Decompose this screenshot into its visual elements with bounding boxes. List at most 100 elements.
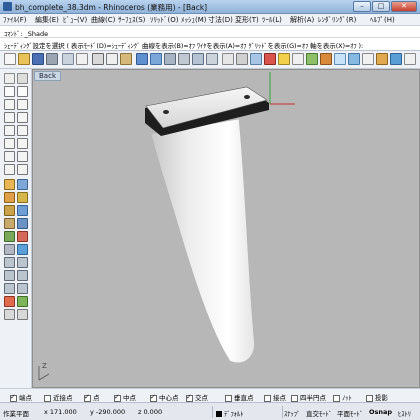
- menu-view[interactable]: ﾋﾞｭｰ(V): [63, 15, 87, 25]
- checkbox-icon[interactable]: [114, 393, 121, 402]
- rectangle-icon[interactable]: [4, 125, 15, 136]
- cut-icon[interactable]: [92, 53, 104, 65]
- osnap-knot[interactable]: ﾉｯﾄ: [333, 392, 352, 402]
- osnap-mid[interactable]: 中点: [114, 392, 136, 402]
- history-toggle[interactable]: ﾋｽﾄﾘ: [398, 408, 411, 418]
- loft-icon[interactable]: [4, 192, 15, 203]
- text-icon[interactable]: [17, 138, 28, 149]
- sphere-icon[interactable]: [4, 218, 15, 229]
- osnap-end[interactable]: 端点: [10, 392, 32, 402]
- minimize-button[interactable]: –: [353, 1, 371, 12]
- menu-transform[interactable]: 変形(T): [235, 15, 259, 25]
- menu-curve[interactable]: 曲線(C): [91, 15, 115, 25]
- pan-icon[interactable]: [150, 53, 162, 65]
- menu-dimension[interactable]: 寸法(D): [208, 15, 233, 25]
- extrude-icon[interactable]: [17, 179, 28, 190]
- command-prompt[interactable]: ｼｪｰﾃﾞｨﾝｸﾞ設定を選択 ( 表示ﾓｰﾄﾞ(D)=ｼｪｰﾃﾞｨﾝｸﾞ 曲線を…: [0, 38, 420, 51]
- osnap-intersection[interactable]: 交点: [186, 392, 208, 402]
- paste-icon[interactable]: [120, 53, 132, 65]
- offset-curve-icon[interactable]: [17, 151, 28, 162]
- osnap-near[interactable]: 近接点: [44, 392, 73, 402]
- menu-edit[interactable]: 編集(E): [35, 15, 59, 25]
- light-icon[interactable]: [376, 53, 388, 65]
- boolean-union-icon[interactable]: [4, 231, 15, 242]
- sweep-icon[interactable]: [4, 205, 15, 216]
- planar-toggle[interactable]: 平面ﾓｰﾄﾞ: [337, 408, 363, 418]
- osnap-toggle[interactable]: Osnap: [369, 408, 392, 416]
- polyline-icon[interactable]: [17, 86, 28, 97]
- rotate-view-icon[interactable]: [164, 53, 176, 65]
- hide-objects-icon[interactable]: [264, 53, 276, 65]
- osnap-perpendicular[interactable]: 垂直点: [225, 392, 254, 402]
- menu-render[interactable]: ﾚﾝﾀﾞﾘﾝｸﾞ(R): [318, 15, 356, 25]
- wireframe-icon[interactable]: [334, 53, 346, 65]
- menu-mesh[interactable]: ﾒｯｼｭ(M): [181, 15, 207, 25]
- new-file-icon[interactable]: [4, 53, 16, 65]
- mirror-icon[interactable]: [4, 283, 15, 294]
- cylinder-icon[interactable]: [17, 218, 28, 229]
- checkbox-icon[interactable]: [264, 394, 271, 402]
- menu-file[interactable]: ﾌｧｲﾙ(F): [3, 15, 27, 25]
- open-folder-icon[interactable]: [18, 53, 30, 65]
- print-icon[interactable]: [46, 53, 58, 65]
- select-arrow-icon[interactable]: [4, 73, 15, 84]
- osnap-project[interactable]: 投影: [366, 392, 388, 402]
- copy-object-icon[interactable]: [17, 257, 28, 268]
- help-icon[interactable]: [390, 53, 402, 65]
- point-icon[interactable]: [17, 73, 28, 84]
- zoom-extents-icon[interactable]: [192, 53, 204, 65]
- menu-solid[interactable]: ｿﾘｯﾄﾞ(O): [150, 15, 178, 25]
- close-button[interactable]: ✕: [391, 1, 417, 12]
- osnap-tangent[interactable]: 接点: [264, 392, 286, 402]
- fillet-curve-icon[interactable]: [4, 151, 15, 162]
- move-icon[interactable]: [4, 257, 15, 268]
- checkbox-icon[interactable]: [44, 394, 51, 402]
- lock-objects-icon[interactable]: [278, 53, 290, 65]
- import-icon[interactable]: [62, 53, 74, 65]
- join-icon[interactable]: [4, 296, 15, 307]
- cplane-icon[interactable]: [236, 53, 248, 65]
- group-icon[interactable]: [4, 309, 15, 320]
- osnap-center[interactable]: 中心点: [150, 392, 179, 402]
- menu-help[interactable]: ﾍﾙﾌﾟ(H): [370, 15, 395, 25]
- render-icon[interactable]: [320, 53, 332, 65]
- line-icon[interactable]: [4, 86, 15, 97]
- array-icon[interactable]: [17, 283, 28, 294]
- mesh-icon[interactable]: [4, 244, 15, 255]
- checkbox-icon[interactable]: [333, 394, 340, 402]
- menu-tools[interactable]: ﾂｰﾙ(L): [262, 15, 282, 25]
- undo-icon[interactable]: [136, 53, 148, 65]
- analyze-icon[interactable]: [17, 309, 28, 320]
- osnap-quadrant[interactable]: 四半円点: [291, 392, 326, 402]
- layer-selector[interactable]: ﾃﾞﾌｫﾙﾄ: [216, 408, 244, 418]
- ellipse-icon[interactable]: [17, 112, 28, 123]
- select-objects-icon[interactable]: [250, 53, 262, 65]
- box-icon[interactable]: [17, 205, 28, 216]
- shaded-icon[interactable]: [348, 53, 360, 65]
- zoom-window-icon[interactable]: [178, 53, 190, 65]
- arc-icon[interactable]: [4, 112, 15, 123]
- checkbox-icon[interactable]: [366, 394, 373, 402]
- save-icon[interactable]: [32, 53, 44, 65]
- four-views-icon[interactable]: [222, 53, 234, 65]
- checkbox-icon[interactable]: [225, 394, 232, 402]
- layer-icon[interactable]: [292, 53, 304, 65]
- checkbox-icon[interactable]: [10, 393, 17, 402]
- export-icon[interactable]: [76, 53, 88, 65]
- properties-icon[interactable]: [306, 53, 318, 65]
- rotate-icon[interactable]: [4, 270, 15, 281]
- ortho-toggle[interactable]: 直交ﾓｰﾄﾞ: [306, 408, 332, 418]
- split-icon[interactable]: [17, 164, 28, 175]
- surface-icon[interactable]: [4, 179, 15, 190]
- back-viewport[interactable]: Back Z: [32, 69, 420, 388]
- explode-icon[interactable]: [17, 296, 28, 307]
- boolean-difference-icon[interactable]: [17, 231, 28, 242]
- circle-icon[interactable]: [17, 99, 28, 110]
- scale-icon[interactable]: [17, 270, 28, 281]
- checkbox-icon[interactable]: [150, 393, 157, 402]
- copy-icon[interactable]: [106, 53, 118, 65]
- rendered-icon[interactable]: [362, 53, 374, 65]
- curve-icon[interactable]: [4, 99, 15, 110]
- freeform-icon[interactable]: [4, 138, 15, 149]
- checkbox-icon[interactable]: [84, 393, 91, 402]
